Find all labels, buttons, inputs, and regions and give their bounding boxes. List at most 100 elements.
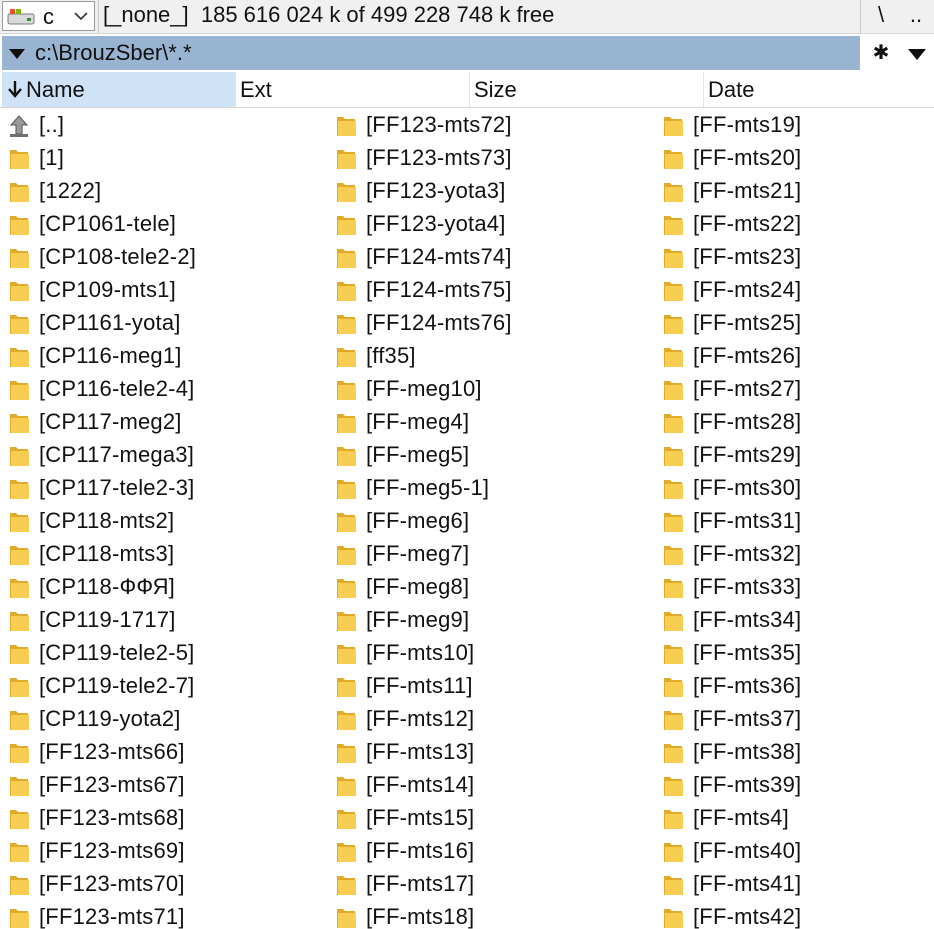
list-item[interactable]: [FF-mts34] [659, 604, 934, 637]
list-item[interactable]: [FF-mts17] [332, 868, 659, 901]
list-item-label: [FF123-mts70] [39, 871, 185, 896]
folder-icon [337, 711, 356, 730]
list-item[interactable]: [FF-mts40] [659, 835, 934, 868]
list-item[interactable]: [ff35] [332, 340, 659, 373]
list-item[interactable]: [FF-mts19] [659, 109, 934, 142]
list-item[interactable]: [FF123-mts73] [332, 142, 659, 175]
list-item[interactable]: [FF-meg5-1] [332, 472, 659, 505]
list-item[interactable]: [FF124-mts76] [332, 307, 659, 340]
header-size[interactable]: Size [470, 72, 704, 107]
list-item[interactable]: [FF-mts32] [659, 538, 934, 571]
list-item[interactable]: [FF-meg6] [332, 505, 659, 538]
list-item[interactable]: [CP1161-yota] [5, 307, 332, 340]
parent-directory-button[interactable]: .. [900, 2, 932, 30]
list-item[interactable]: [FF123-mts67] [5, 769, 332, 802]
list-item[interactable]: [FF-mts22] [659, 208, 934, 241]
list-item[interactable]: [FF-mts31] [659, 505, 934, 538]
list-item[interactable]: [CP118-mts3] [5, 538, 332, 571]
list-item[interactable]: [CP119-1717] [5, 604, 332, 637]
list-item[interactable]: [FF123-mts66] [5, 736, 332, 769]
list-item[interactable]: [FF-mts28] [659, 406, 934, 439]
list-item[interactable]: [CP109-mts1] [5, 274, 332, 307]
list-item[interactable]: [FF-mts4] [659, 802, 934, 835]
drive-selector[interactable]: c [2, 1, 95, 31]
list-item[interactable]: [FF-meg5] [332, 439, 659, 472]
list-item[interactable]: [FF123-yota4] [332, 208, 659, 241]
favorites-button[interactable]: ✱ [868, 40, 894, 66]
list-item[interactable]: [CP1061-tele] [5, 208, 332, 241]
list-item[interactable]: [FF-mts16] [332, 835, 659, 868]
list-item[interactable]: [CP119-yota2] [5, 703, 332, 736]
list-item[interactable]: [FF123-mts68] [5, 802, 332, 835]
list-item[interactable]: [FF124-mts75] [332, 274, 659, 307]
list-item[interactable]: [FF-mts20] [659, 142, 934, 175]
list-item[interactable]: [FF-mts27] [659, 373, 934, 406]
list-item[interactable]: [FF-mts10] [332, 637, 659, 670]
header-date[interactable]: Date [704, 72, 934, 107]
header-ext[interactable]: Ext [236, 72, 470, 107]
folder-icon [664, 381, 683, 400]
list-item[interactable]: [1] [5, 142, 332, 175]
list-item[interactable]: [1222] [5, 175, 332, 208]
list-item[interactable]: [FF-mts23] [659, 241, 934, 274]
list-item[interactable]: [FF-mts29] [659, 439, 934, 472]
folder-icon [664, 810, 683, 829]
list-item[interactable]: [FF-meg8] [332, 571, 659, 604]
list-item-label: [CP119-1717] [39, 607, 176, 632]
list-item[interactable]: [FF-meg10] [332, 373, 659, 406]
list-item[interactable]: [CP119-tele2-5] [5, 637, 332, 670]
root-directory-button[interactable]: \ [866, 2, 896, 30]
list-item[interactable]: [FF123-mts69] [5, 835, 332, 868]
list-item[interactable]: [FF-mts41] [659, 868, 934, 901]
list-item-label: [CP119-tele2-5] [39, 640, 195, 665]
list-item[interactable]: [FF-mts25] [659, 307, 934, 340]
list-item[interactable]: [FF-mts13] [332, 736, 659, 769]
list-item-label: [FF-mts15] [366, 805, 475, 830]
list-item[interactable]: [CP117-tele2-3] [5, 472, 332, 505]
list-item[interactable]: [FF-meg4] [332, 406, 659, 439]
list-item[interactable]: [..] [5, 109, 332, 142]
list-item[interactable]: [FF-mts36] [659, 670, 934, 703]
list-item[interactable]: [FF-mts14] [332, 769, 659, 802]
list-item[interactable]: [FF123-yota3] [332, 175, 659, 208]
list-item[interactable]: [FF123-mts72] [332, 109, 659, 142]
list-item[interactable]: [FF-mts11] [332, 670, 659, 703]
list-item[interactable]: [CP117-meg2] [5, 406, 332, 439]
folder-icon [10, 678, 29, 697]
list-item[interactable]: [CP118-mts2] [5, 505, 332, 538]
list-item[interactable]: [FF-mts15] [332, 802, 659, 835]
list-item-label: [ff35] [366, 343, 416, 368]
chevron-down-icon[interactable] [73, 10, 89, 22]
list-item[interactable]: [FF-mts37] [659, 703, 934, 736]
list-item[interactable]: [FF-mts33] [659, 571, 934, 604]
list-item[interactable]: [CP116-tele2-4] [5, 373, 332, 406]
list-item[interactable]: [FF-mts35] [659, 637, 934, 670]
list-item[interactable]: [CP108-tele2-2] [5, 241, 332, 274]
list-item[interactable]: [CP117-mega3] [5, 439, 332, 472]
list-item[interactable]: [CP118-ФФЯ] [5, 571, 332, 604]
list-item[interactable]: [FF-mts12] [332, 703, 659, 736]
list-item-label: [FF-mts36] [693, 673, 802, 698]
current-path[interactable]: c:\BrouzSber\*.* [2, 36, 860, 70]
list-item[interactable]: [FF-mts42] [659, 901, 934, 929]
list-item-label: [CP116-meg1] [39, 343, 182, 368]
folder-icon [664, 315, 683, 334]
list-item[interactable]: [FF-mts39] [659, 769, 934, 802]
list-item[interactable]: [FF123-mts71] [5, 901, 332, 929]
list-item[interactable]: [FF-meg7] [332, 538, 659, 571]
list-item[interactable]: [FF-meg9] [332, 604, 659, 637]
list-item-label: [FF-mts34] [693, 607, 802, 632]
list-item[interactable]: [FF-mts38] [659, 736, 934, 769]
history-dropdown-icon[interactable] [906, 46, 928, 62]
list-item[interactable]: [FF124-mts74] [332, 241, 659, 274]
list-item[interactable]: [FF-mts18] [332, 901, 659, 929]
header-name[interactable]: Name [2, 72, 236, 107]
list-item[interactable]: [FF123-mts70] [5, 868, 332, 901]
list-item[interactable]: [FF-mts26] [659, 340, 934, 373]
folder-icon [664, 183, 683, 202]
list-item[interactable]: [CP119-tele2-7] [5, 670, 332, 703]
list-item[interactable]: [FF-mts21] [659, 175, 934, 208]
list-item[interactable]: [FF-mts24] [659, 274, 934, 307]
list-item[interactable]: [CP116-meg1] [5, 340, 332, 373]
list-item[interactable]: [FF-mts30] [659, 472, 934, 505]
